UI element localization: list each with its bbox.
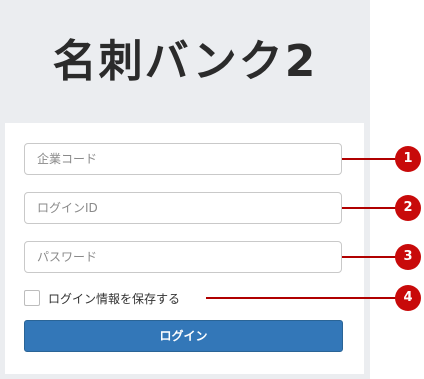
app-title: 名刺バンク2 — [52, 36, 318, 87]
callout-line-4 — [206, 297, 402, 299]
callout-badge-4: 4 — [395, 285, 421, 311]
company-code-input[interactable] — [24, 143, 342, 175]
login-id-input[interactable] — [24, 192, 342, 224]
remember-checkbox[interactable] — [24, 290, 40, 306]
password-input[interactable] — [24, 241, 342, 273]
callout-badge-2: 2 — [395, 195, 421, 221]
callout-line-1 — [342, 158, 402, 160]
callout-line-3 — [342, 256, 402, 258]
callout-badge-3: 3 — [395, 244, 421, 270]
callout-badge-1: 1 — [395, 146, 421, 172]
remember-label: ログイン情報を保存する — [48, 291, 181, 306]
callout-line-2 — [342, 207, 402, 209]
remember-login-option[interactable]: ログイン情報を保存する — [24, 289, 180, 307]
login-button[interactable]: ログイン — [24, 320, 343, 352]
